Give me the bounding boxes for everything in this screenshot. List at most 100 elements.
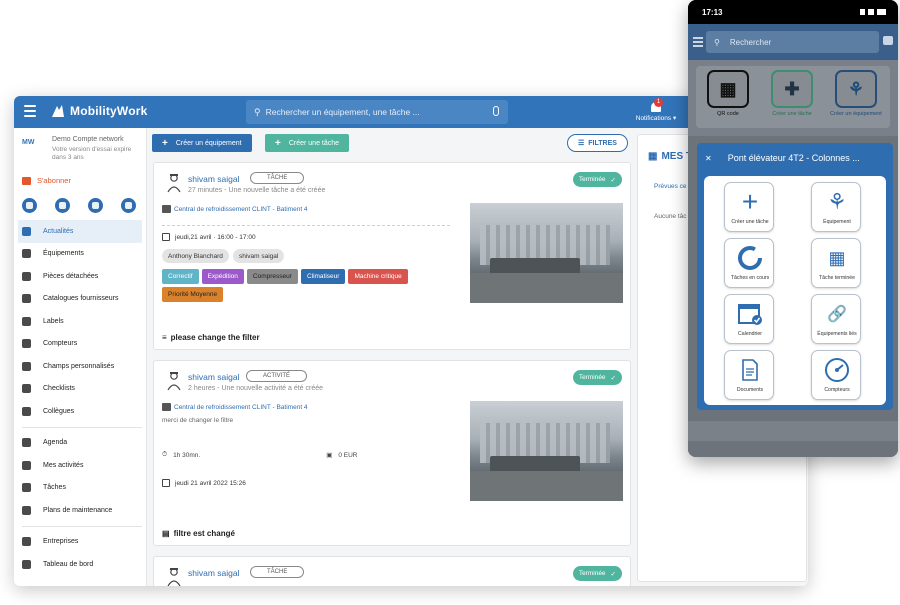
dashboard-icon bbox=[22, 559, 31, 569]
sidebar-item-label: Checklists bbox=[43, 385, 75, 393]
equipment-link[interactable]: Central de refroidissement CLINT - Batim… bbox=[162, 403, 308, 411]
assignee-chip[interactable]: shivam saigal bbox=[232, 249, 285, 263]
duration-row: ⏱ 1h 30mn. ▣ 0 EUR bbox=[162, 451, 358, 459]
sidebar-item-collegues[interactable]: Collègues bbox=[18, 400, 142, 423]
tile-label: Tâches en cours bbox=[730, 275, 770, 281]
tile-label: Tâche terminée bbox=[818, 275, 856, 281]
create-equipment-label: Créer un équipement bbox=[830, 111, 882, 117]
sidebar-item-label: Actualités bbox=[43, 227, 74, 235]
feed-card[interactable]: shivam saigal TÂCHE 27 minutes - Une nou… bbox=[153, 162, 631, 350]
equipment-photo[interactable] bbox=[470, 203, 623, 303]
status-badge[interactable]: Terminée ✓ bbox=[572, 566, 622, 581]
feed-card[interactable]: shivam saigal ACTIVITÉ 2 heures - Une no… bbox=[153, 360, 631, 546]
sidebar-item-champs[interactable]: Champs personnalisés bbox=[18, 355, 142, 378]
sidebar-item-label: Mes activités bbox=[43, 461, 84, 469]
create-task-button[interactable]: + Créer une tâche bbox=[265, 134, 350, 152]
catalog-icon bbox=[22, 294, 31, 304]
sidebar-item-taches[interactable]: Tâches bbox=[18, 477, 142, 500]
sidebar-item-label: Entreprises bbox=[43, 538, 79, 546]
cart-icon bbox=[22, 176, 31, 185]
sidebar-item-catalogues[interactable]: Catalogues fournisseurs bbox=[18, 288, 142, 311]
sidebar-item-label: Tâches bbox=[43, 484, 66, 492]
menu-icon[interactable] bbox=[693, 37, 703, 47]
signal-battery-icon bbox=[860, 9, 886, 15]
sidebar-item-checklists[interactable]: Checklists bbox=[18, 378, 142, 401]
create-task-action[interactable]: ✚ Créer une tâche bbox=[762, 70, 822, 117]
tag-climatiseur[interactable]: Climatiseur bbox=[300, 269, 346, 284]
filters-button[interactable]: ☰ FILTRES bbox=[567, 134, 628, 152]
microphone-icon[interactable] bbox=[493, 106, 499, 116]
sidebar-item-agenda[interactable]: Agenda bbox=[18, 432, 142, 455]
quick-task-icon[interactable] bbox=[22, 198, 37, 213]
sidebar-item-pieces[interactable]: Pièces détachées bbox=[18, 265, 142, 288]
tile-linked-equipment[interactable]: 🔗 Équipements liés bbox=[811, 294, 861, 344]
equipment-photo[interactable] bbox=[470, 401, 623, 501]
duration-value: 1h 30mn. bbox=[173, 451, 201, 459]
menu-icon[interactable] bbox=[24, 105, 36, 119]
quick-equipment-icon[interactable] bbox=[55, 198, 70, 213]
sidebar-item-labels[interactable]: Labels bbox=[18, 310, 142, 333]
search-placeholder: Rechercher un équipement, une tâche ... bbox=[265, 107, 420, 117]
equipment-icon bbox=[22, 249, 31, 259]
calendar-icon bbox=[162, 479, 170, 487]
status-badge[interactable]: Terminée ✓ bbox=[572, 370, 622, 385]
phone-search-input[interactable]: ⚲ Rechercher bbox=[706, 31, 879, 53]
modal-body: + Créer une tâche ⚘ Équipement Tâches en c… bbox=[704, 176, 886, 405]
equipment-label: Central de refroidissement CLINT - Batim… bbox=[174, 403, 308, 411]
user-name[interactable]: shivam saigal bbox=[188, 568, 240, 578]
calendar-check-icon bbox=[725, 301, 775, 327]
brand-logo[interactable]: MobilityWork bbox=[50, 103, 148, 119]
create-equipment-action[interactable]: ⚘ Créer un équipement bbox=[826, 70, 886, 117]
tile-calendar[interactable]: Calendrier bbox=[724, 294, 774, 344]
tag-expedition[interactable]: Expédition bbox=[201, 269, 244, 284]
search-icon: ⚲ bbox=[254, 106, 261, 117]
quick-people-icon[interactable] bbox=[121, 198, 136, 213]
panel-subtitle[interactable]: Prévues ce bbox=[654, 183, 687, 190]
checklist-icon bbox=[22, 384, 31, 394]
account-block[interactable]: MW Demo Compte network Votre version d'e… bbox=[22, 136, 142, 166]
tile-label: Créer une tâche bbox=[731, 219, 769, 225]
quick-parts-icon[interactable] bbox=[88, 198, 103, 213]
tag-correctif[interactable]: Correctif bbox=[162, 269, 199, 284]
activities-icon bbox=[22, 460, 31, 470]
calendar-icon bbox=[162, 233, 170, 241]
feed-card[interactable]: shivam saigal TÂCHE Terminée ✓ bbox=[153, 556, 631, 586]
create-equipment-button[interactable]: + Créer un équipement bbox=[152, 134, 252, 152]
search-input[interactable]: ⚲ Rechercher un équipement, une tâche ..… bbox=[246, 100, 508, 124]
sidebar-item-actualites[interactable]: Actualités bbox=[18, 220, 142, 243]
tile-tasks-in-progress[interactable]: Tâches en cours bbox=[724, 238, 774, 288]
chat-icon[interactable] bbox=[883, 36, 893, 45]
sidebar-item-tableau[interactable]: Tableau de bord bbox=[18, 553, 142, 576]
qr-code-action[interactable]: ▦ QR code bbox=[698, 70, 758, 117]
sidebar-item-compteurs[interactable]: Compteurs bbox=[18, 333, 142, 356]
create-task-label: Créer une tâche bbox=[288, 139, 340, 147]
equipment-link[interactable]: Central de refroidissement CLINT - Batim… bbox=[162, 205, 308, 213]
counter-icon bbox=[22, 339, 31, 349]
user-name[interactable]: shivam saigal bbox=[188, 372, 240, 382]
worker-avatar-icon bbox=[167, 174, 181, 193]
news-icon bbox=[22, 226, 31, 236]
tag-compresseur[interactable]: Compresseur bbox=[246, 269, 298, 284]
assignee-chip[interactable]: Anthony Blanchard bbox=[162, 249, 229, 263]
panel-title: ▦ MES T bbox=[648, 151, 692, 162]
tag-priorite-moyenne[interactable]: Priorité Moyenne bbox=[162, 287, 224, 302]
phone-quick-actions: ▦ QR code ✚ Créer une tâche ⚘ Créer un équi… bbox=[696, 66, 890, 128]
sidebar-item-plans[interactable]: Plans de maintenance bbox=[18, 499, 142, 522]
sidebar-item-label: Champs personnalisés bbox=[43, 362, 115, 370]
tile-create-task[interactable]: + Créer une tâche bbox=[724, 182, 774, 232]
sidebar-item-activites[interactable]: Mes activités bbox=[18, 454, 142, 477]
tile-documents[interactable]: Documents bbox=[724, 350, 774, 400]
sidebar-item-label: Collègues bbox=[43, 407, 75, 415]
sidebar-item-equipements[interactable]: Équipements bbox=[18, 243, 142, 266]
close-icon[interactable]: ✕ bbox=[705, 154, 712, 163]
tag-machine-critique[interactable]: Machine critique bbox=[348, 269, 408, 284]
tile-task-done[interactable]: ▦ Tâche terminée bbox=[811, 238, 861, 288]
status-badge[interactable]: Terminée ✓ bbox=[572, 172, 622, 187]
colleagues-icon bbox=[22, 406, 31, 416]
subscribe-link[interactable]: S'abonner bbox=[22, 176, 71, 185]
user-name[interactable]: shivam saigal bbox=[188, 174, 240, 184]
tile-equipment[interactable]: ⚘ Équipement bbox=[811, 182, 861, 232]
sidebar-item-entreprises[interactable]: Entreprises bbox=[18, 531, 142, 554]
sidebar: MW Demo Compte network Votre version d'e… bbox=[14, 128, 146, 586]
tile-counters[interactable]: Compteurs bbox=[811, 350, 861, 400]
